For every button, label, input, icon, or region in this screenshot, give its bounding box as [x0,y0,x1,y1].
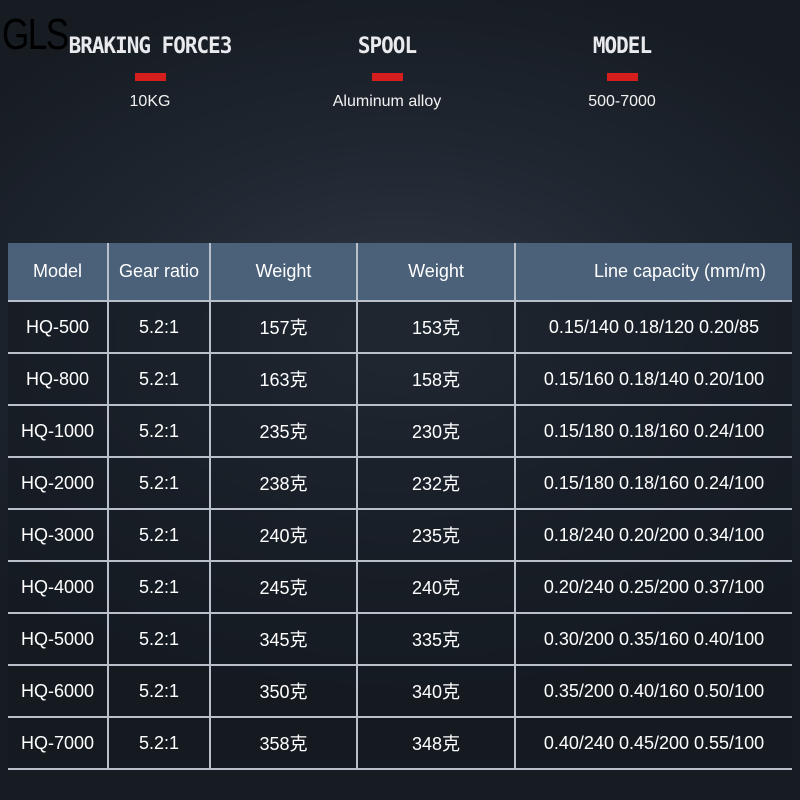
table-cell: 5.2:1 [107,560,211,614]
table-cell: HQ-500 [8,300,109,354]
table-row: HQ-1000 5.2:1 235克 230克 0.15/180 0.18/160 0.… [8,404,792,458]
table-cell: 0.40/240 0.45/200 0.55/100 [514,716,792,770]
column-header: Line capacity (mm/m) [514,243,792,302]
table-cell: 345克 [209,612,358,666]
table-cell: HQ-7000 [8,716,109,770]
table-row: HQ-3000 5.2:1 240克 235克 0.18/240 0.20/200 0.… [8,508,792,562]
table-cell: 335克 [356,612,516,666]
table-cell: HQ-5000 [8,612,109,666]
table-cell: 0.35/200 0.40/160 0.50/100 [514,664,792,718]
red-divider [134,73,166,81]
table-cell: 5.2:1 [107,404,211,458]
column-header: Weight [356,243,516,302]
table-cell: 0.20/240 0.25/200 0.37/100 [514,560,792,614]
feature-spool: SPOOL Aluminum alloy [257,34,517,111]
table-cell: 238克 [209,456,358,510]
table-row: HQ-4000 5.2:1 245克 240克 0.20/240 0.25/200 0.… [8,560,792,614]
table-row: HQ-2000 5.2:1 238克 232克 0.15/180 0.18/160 0.… [8,456,792,510]
table-row: HQ-7000 5.2:1 358克 348克 0.40/240 0.45/200 0.… [8,716,792,770]
table-row: HQ-5000 5.2:1 345克 335克 0.30/200 0.35/160 0.… [8,612,792,666]
table-cell: 0.30/200 0.35/160 0.40/100 [514,612,792,666]
feature-braking-force: BRAKING FORCE3 10KG [20,34,280,111]
table-cell: 5.2:1 [107,664,211,718]
feature-model: MODEL 500-7000 [492,34,752,111]
table-row: HQ-500 5.2:1 157克 153克 0.15/140 0.18/120 0.2… [8,300,792,354]
table-cell: 0.15/180 0.18/160 0.24/100 [514,456,792,510]
table-cell: 5.2:1 [107,508,211,562]
table-cell: 348克 [356,716,516,770]
table-cell: HQ-4000 [8,560,109,614]
table-row: HQ-6000 5.2:1 350克 340克 0.35/200 0.40/160 0.… [8,664,792,718]
table-cell: HQ-6000 [8,664,109,718]
table-cell: 5.2:1 [107,456,211,510]
table-cell: 5.2:1 [107,352,211,406]
feature-title: BRAKING FORCE3 [68,34,233,59]
table-header-row: Model Gear ratio Weight Weight Line capacity… [8,243,792,302]
table-cell: 5.2:1 [107,716,211,770]
table-cell: 0.15/140 0.18/120 0.20/85 [514,300,792,354]
table-cell: HQ-3000 [8,508,109,562]
column-header: Gear ratio [107,243,211,302]
table-cell: HQ-800 [8,352,109,406]
red-divider [371,73,403,81]
feature-title: SPOOL [357,34,417,59]
spec-table: Model Gear ratio Weight Weight Line capacity… [8,243,792,770]
table-cell: 240克 [356,560,516,614]
table-cell: 0.18/240 0.20/200 0.34/100 [514,508,792,562]
feature-value: 500-7000 [588,93,656,110]
table-cell: 235克 [356,508,516,562]
column-header: Weight [209,243,358,302]
table-row: HQ-800 5.2:1 163克 158克 0.15/160 0.18/140 0.2… [8,352,792,406]
table-cell: 350克 [209,664,358,718]
feature-title: MODEL [592,34,652,59]
table-cell: 240克 [209,508,358,562]
feature-value: Aluminum alloy [332,93,442,110]
table-cell: 235克 [209,404,358,458]
table-cell: 153克 [356,300,516,354]
table-cell: 157克 [209,300,358,354]
red-divider [606,73,638,81]
table-cell: 5.2:1 [107,300,211,354]
table-cell: 245克 [209,560,358,614]
table-cell: 230克 [356,404,516,458]
table-cell: 232克 [356,456,516,510]
table-cell: 0.15/180 0.18/160 0.24/100 [514,404,792,458]
table-cell: 340克 [356,664,516,718]
table-cell: HQ-2000 [8,456,109,510]
table-cell: HQ-1000 [8,404,109,458]
table-cell: 0.15/160 0.18/140 0.20/100 [514,352,792,406]
table-cell: 163克 [209,352,358,406]
table-cell: 358克 [209,716,358,770]
feature-value: 10KG [129,93,171,110]
table-cell: 5.2:1 [107,612,211,666]
column-header: Model [8,243,109,302]
table-cell: 158克 [356,352,516,406]
